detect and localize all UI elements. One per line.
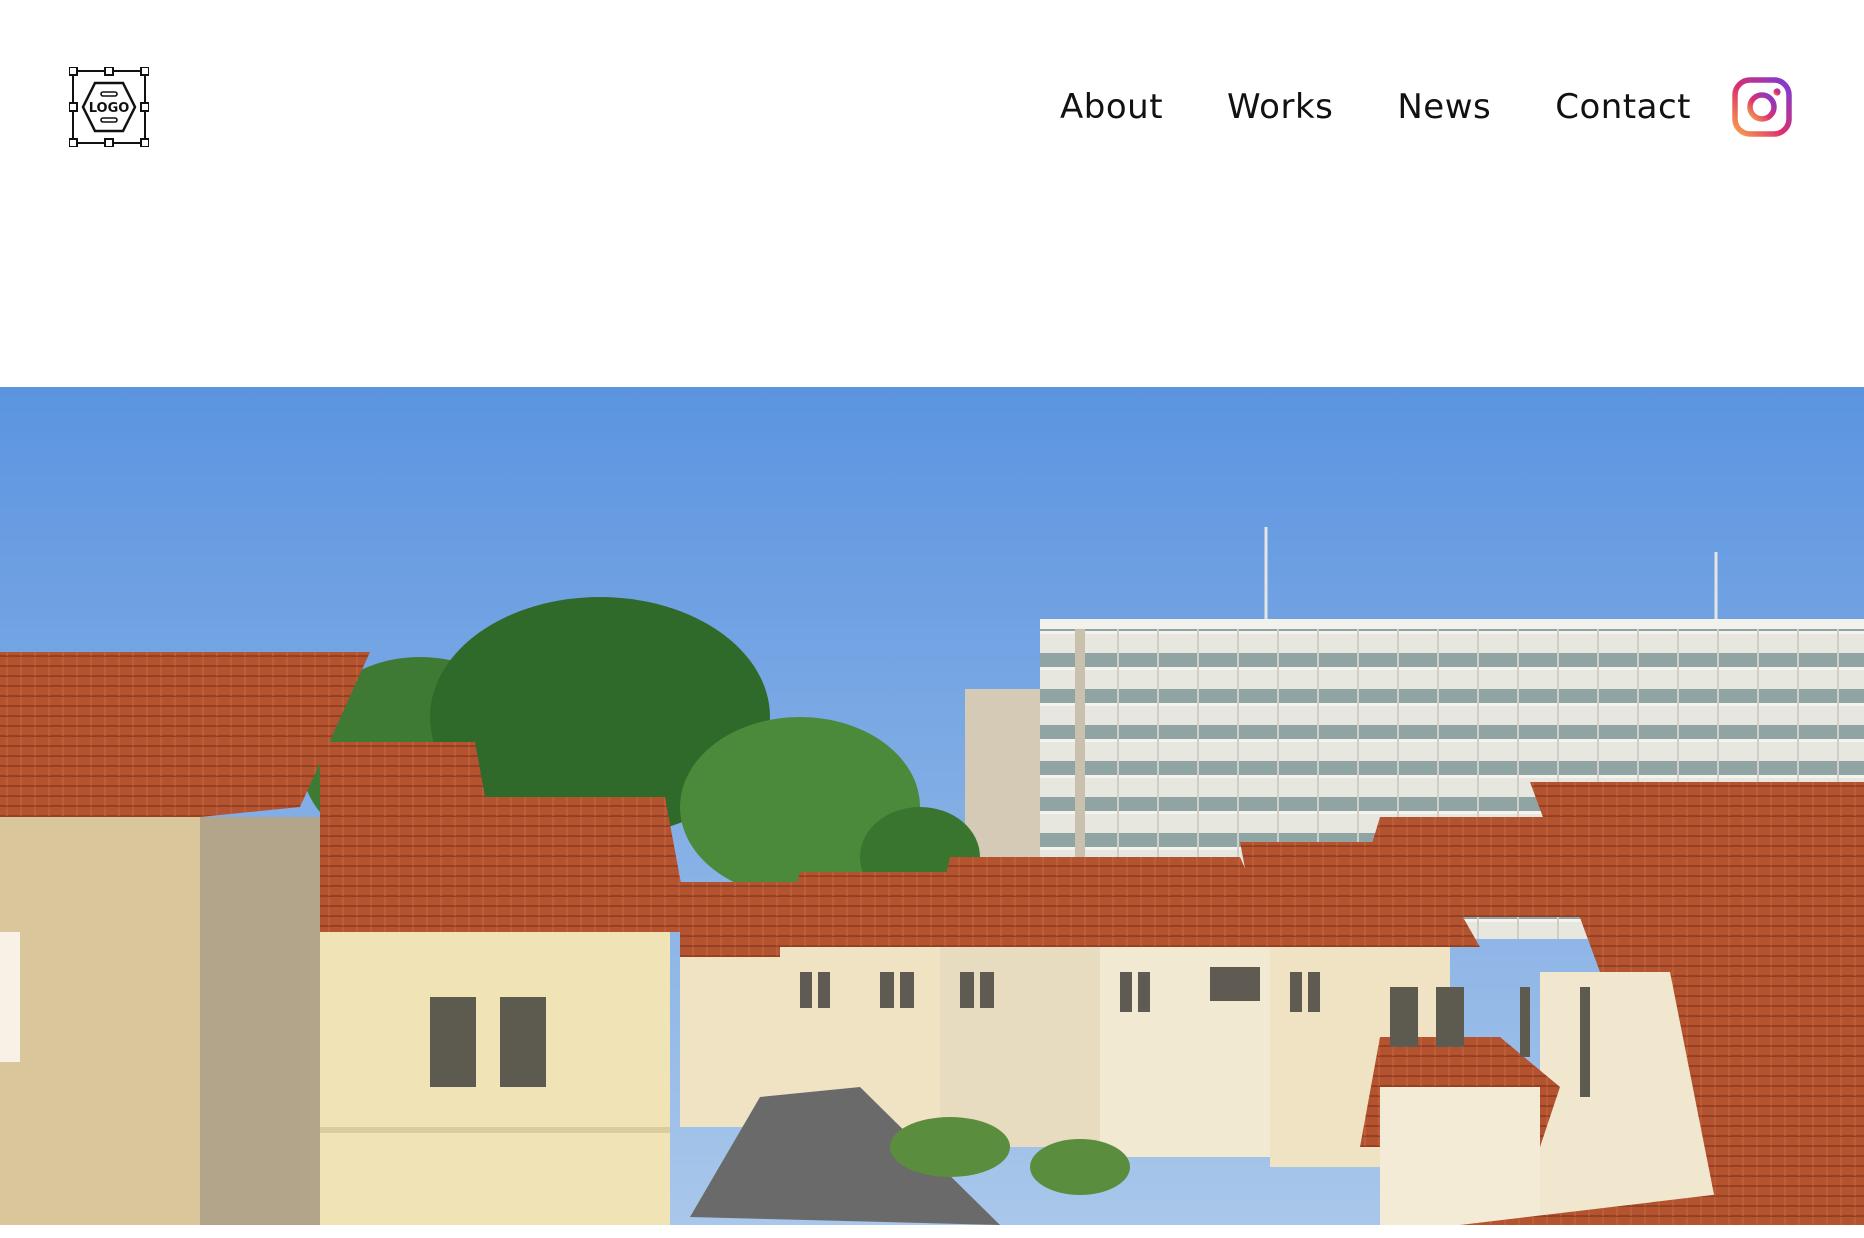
nav-news-link[interactable]: News (1397, 80, 1491, 134)
instagram-icon (1732, 77, 1792, 137)
nav-about-link[interactable]: About (1060, 80, 1163, 134)
instagram-link[interactable] (1732, 77, 1792, 137)
logo-text: LOGO (89, 101, 130, 116)
nav-contact-link[interactable]: Contact (1555, 80, 1691, 134)
neighborhood-photo (0, 387, 1864, 1225)
logo-placeholder-icon: LOGO (68, 66, 150, 148)
hero-image (0, 387, 1864, 1225)
logo-link[interactable]: LOGO (68, 66, 150, 148)
site-header: LOGO About Works News Contact (0, 0, 1864, 210)
house-left-2 (320, 742, 690, 1225)
house-left (0, 652, 370, 1225)
main-nav: About Works News Contact (1060, 80, 1820, 134)
nav-works-link[interactable]: Works (1227, 80, 1333, 134)
